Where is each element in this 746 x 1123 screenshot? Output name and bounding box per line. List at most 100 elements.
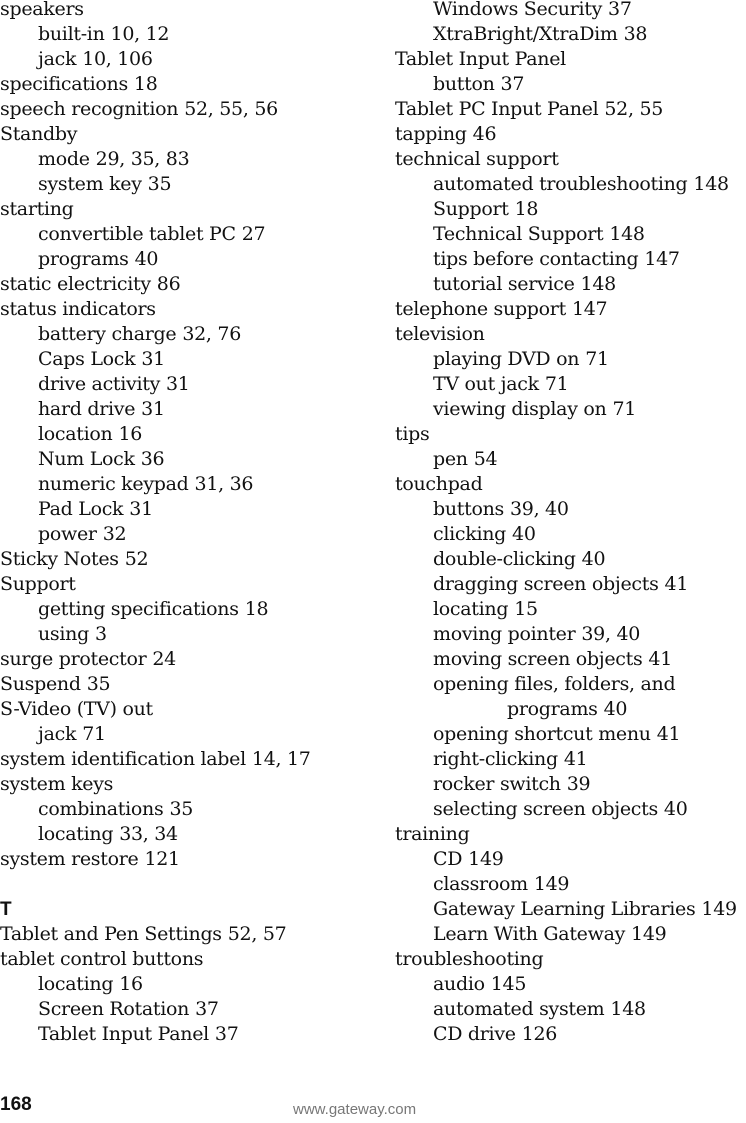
entry-term: location	[38, 423, 113, 445]
index-subentry: viewing display on 71	[395, 397, 746, 422]
entry-term: battery charge	[38, 323, 177, 345]
index-subentry: Num Lock 36	[0, 447, 373, 472]
index-subentry: opening files, folders, and	[395, 672, 746, 697]
index-subentry: moving pointer 39, 40	[395, 622, 746, 647]
entry-term: training	[395, 823, 470, 845]
entry-term: playing DVD on	[433, 348, 580, 370]
index-subentry: locating 16	[0, 972, 373, 997]
index-subentry: XtraBright/XtraDim 38	[395, 22, 746, 47]
entry-page-refs: 18	[133, 73, 158, 95]
entry-page-refs: 31	[129, 498, 153, 520]
index-subentry: tutorial service 148	[395, 272, 746, 297]
entry-page-refs: 148	[610, 998, 646, 1020]
entry-page-refs: 126	[521, 1023, 558, 1045]
index-entry: Tablet Input Panel	[395, 47, 746, 72]
entry-page-refs: 39, 40	[581, 623, 641, 645]
entry-term: hard drive	[38, 398, 136, 420]
entry-term: system identification label	[0, 748, 246, 770]
entry-page-refs: 29, 35, 83	[95, 148, 190, 170]
entry-term: programs	[507, 698, 598, 720]
entry-term: double-clicking	[433, 548, 576, 570]
entry-term: dragging screen objects	[433, 573, 659, 595]
index-subentry: location 16	[0, 422, 373, 447]
entry-term: mode	[38, 148, 90, 170]
entry-term: Tablet Input Panel	[38, 1023, 209, 1045]
index-entry: touchpad	[395, 472, 746, 497]
index-subentry: Support 18	[395, 197, 746, 222]
entry-page-refs: 15	[514, 598, 538, 620]
entry-term: Caps Lock	[38, 348, 136, 370]
entry-term: numeric keypad	[38, 473, 189, 495]
entry-term: opening shortcut menu	[433, 723, 651, 745]
index-subentry: power 32	[0, 522, 373, 547]
index-subentry: double-clicking 40	[395, 547, 746, 572]
entry-page-refs: 52	[124, 548, 149, 570]
entry-term: Tablet PC Input Panel	[395, 98, 599, 120]
entry-page-refs: 71	[82, 723, 106, 745]
entry-term: buttons	[433, 498, 504, 520]
entry-term: classroom	[433, 873, 528, 895]
entry-page-refs: 71	[544, 373, 569, 395]
index-entry: tips	[395, 422, 746, 447]
index-entry: Support	[0, 572, 373, 597]
index-entry: speakers	[0, 0, 373, 22]
index-subentry: playing DVD on 71	[395, 347, 746, 372]
entry-term: XtraBright/XtraDim	[433, 23, 618, 45]
entry-page-refs: 14, 17	[251, 748, 311, 770]
entry-term: tips before contacting	[433, 248, 639, 270]
index-subentry: TV out jack 71	[395, 372, 746, 397]
index-subentry: Tablet Input Panel 37	[0, 1022, 373, 1047]
entry-term: Support	[433, 198, 509, 220]
index-entry: status indicators	[0, 297, 373, 322]
entry-page-refs: 149	[631, 923, 667, 945]
entry-term: static electricity	[0, 273, 151, 295]
entry-page-refs: 41	[656, 723, 681, 745]
entry-page-refs: 16	[118, 423, 143, 445]
entry-page-refs: 35	[147, 173, 172, 195]
index-subentry: built-in 10, 12	[0, 22, 373, 47]
index-subentry: Gateway Learning Libraries 149	[395, 897, 746, 922]
entry-term: Standby	[0, 123, 78, 145]
entry-term: speech recognition	[0, 98, 179, 120]
entry-page-refs: 52, 57	[227, 923, 287, 945]
index-entry: static electricity 86	[0, 272, 373, 297]
entry-term: television	[395, 323, 485, 345]
entry-page-refs: 147	[571, 298, 608, 320]
entry-term: button	[433, 73, 495, 95]
entry-page-refs: 149	[701, 898, 737, 920]
entry-page-refs: 16	[119, 973, 143, 995]
page-number: 168	[0, 1094, 32, 1115]
index-letter-heading: T	[0, 899, 12, 920]
entry-term: automated system	[433, 998, 605, 1020]
entry-term: Num Lock	[38, 448, 135, 470]
entry-page-refs: 18	[514, 198, 539, 220]
entry-term: tutorial service	[433, 273, 575, 295]
entry-term: Support	[0, 573, 76, 595]
index-subentry: programs 40	[0, 247, 373, 272]
entry-term: TV out jack	[433, 373, 539, 395]
entry-page-refs: 37	[608, 0, 632, 20]
entry-page-refs: 35	[169, 798, 194, 820]
entry-term: touchpad	[395, 473, 483, 495]
index-subentry: CD drive 126	[395, 1022, 746, 1047]
entry-term: clicking	[433, 523, 507, 545]
entry-page-refs: 148	[609, 223, 645, 245]
index-subentry: rocker switch 39	[395, 772, 746, 797]
entry-page-refs: 31	[141, 348, 165, 370]
entry-page-refs: 37	[195, 998, 219, 1020]
index-subentry: audio 145	[395, 972, 746, 997]
entry-term: speakers	[0, 0, 84, 20]
entry-term: getting specifications	[38, 598, 239, 620]
entry-page-refs: 3	[94, 623, 107, 645]
entry-term: tips	[395, 423, 430, 445]
entry-term: opening files, folders, and	[433, 673, 676, 695]
entry-term: audio	[433, 973, 485, 995]
entry-page-refs: 32, 76	[182, 323, 241, 345]
entry-page-refs: 27	[241, 223, 266, 245]
index-subentry: automated troubleshooting 148	[395, 172, 746, 197]
entry-term: automated troubleshooting	[433, 173, 688, 195]
index-subentry: using 3	[0, 622, 373, 647]
entry-page-refs: 121	[144, 848, 180, 870]
entry-page-refs: 40	[581, 548, 606, 570]
